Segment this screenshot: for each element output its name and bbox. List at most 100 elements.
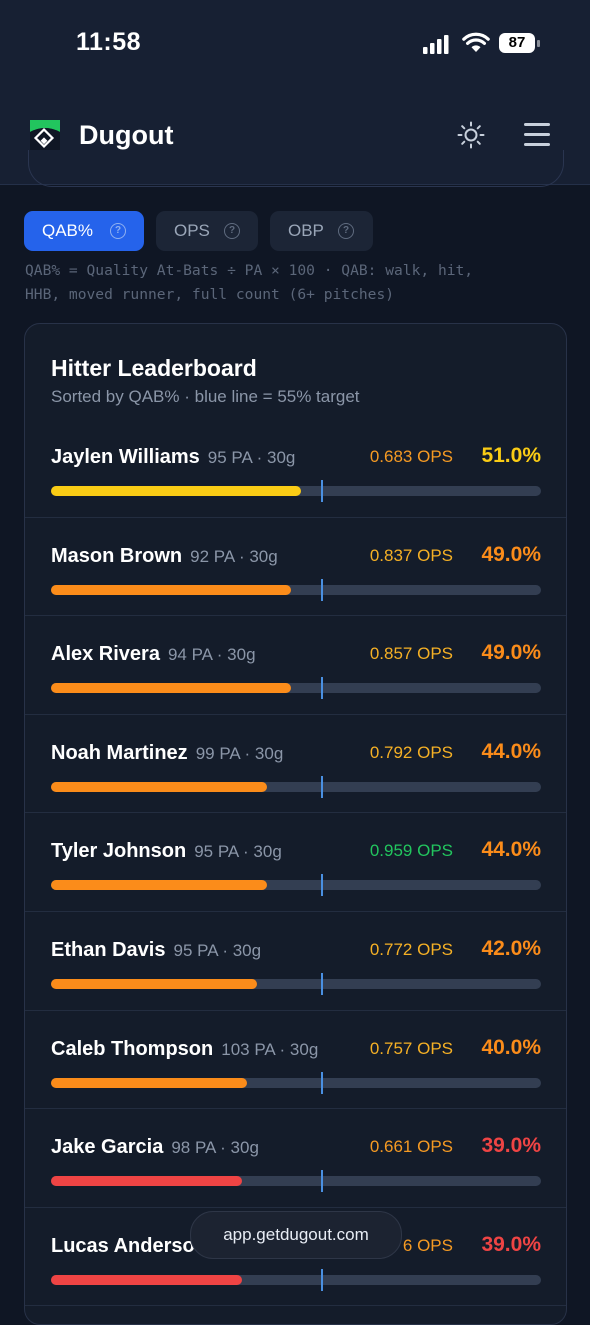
- leaderboard-list: Jaylen Williams 95 PA · 30g 0.683 OPS 51.0%…: [25, 419, 566, 1307]
- help-icon[interactable]: ?: [338, 223, 354, 239]
- player-meta: 95 PA · 30g: [173, 940, 262, 960]
- player-qab-pct: 49.0%: [481, 542, 541, 566]
- leaderboard-row[interactable]: Caleb Thompson 103 PA · 30g 0.757 OPS 40.0%: [25, 1011, 566, 1110]
- target-line-marker: [320, 775, 323, 798]
- player-ops: 6 OPS: [402, 1235, 453, 1255]
- collapsed-panel-edge: [28, 150, 564, 187]
- url-bar[interactable]: app.getdugout.com: [190, 1211, 402, 1259]
- player-meta: 92 PA · 30g: [190, 546, 278, 566]
- player-ops: 0.837 OPS: [369, 545, 453, 565]
- player-meta: 94 PA · 30g: [167, 645, 256, 665]
- player-name: Ethan Davis 95 PA · 30g: [51, 939, 261, 962]
- leaderboard-row[interactable]: Noah Martinez 99 PA · 30g 0.792 OPS 44.0%: [25, 715, 566, 814]
- target-line-marker: [320, 1170, 323, 1193]
- qab-progress-fill: [51, 880, 267, 891]
- player-name: Jake Garcia 98 PA · 30g: [51, 1136, 259, 1159]
- leaderboard-row[interactable]: Jake Garcia 98 PA · 30g 0.661 OPS 39.0%: [25, 1109, 566, 1208]
- player-ops: 0.792 OPS: [369, 742, 453, 762]
- help-icon[interactable]: ?: [110, 223, 126, 239]
- qab-progress-track: [51, 1176, 541, 1187]
- leaderboard-row[interactable]: Alex Rivera 94 PA · 30g 0.857 OPS 49.0%: [25, 616, 566, 715]
- qab-progress-fill: [51, 781, 267, 792]
- qab-progress-fill: [51, 683, 292, 694]
- leaderboard-row[interactable]: Jaylen Williams 95 PA · 30g 0.683 OPS 51.0%: [25, 419, 566, 518]
- player-name-text: Jake Garcia: [51, 1136, 164, 1159]
- qab-progress-track: [51, 584, 541, 595]
- player-qab-pct: 39.0%: [481, 1232, 541, 1256]
- target-line-marker: [320, 874, 323, 897]
- app-brand: Dugout: [79, 120, 174, 150]
- leaderboard-row[interactable]: Tyler Johnson 95 PA · 30g 0.959 OPS 44.0%: [25, 813, 566, 912]
- player-meta: 95 PA · 30g: [207, 448, 296, 467]
- leaderboard-title: Hitter Leaderboard: [51, 355, 257, 381]
- metric-description: QAB% = Quality At-Bats ÷ PA × 100 · QAB:…: [25, 262, 474, 303]
- player-ops: 0.661 OPS: [369, 1137, 453, 1157]
- tab-qab[interactable]: QAB% ?: [24, 211, 144, 251]
- qab-progress-fill: [51, 486, 301, 496]
- player-name-text: Lucas Anderso: [51, 1234, 195, 1257]
- dugout-logo-icon: [30, 120, 60, 150]
- player-name: Noah Martinez 99 PA · 30g: [51, 742, 283, 765]
- player-name: Tyler Johnson 95 PA · 30g: [51, 840, 282, 863]
- target-line-marker: [320, 480, 323, 502]
- player-ops: 0.683 OPS: [369, 447, 453, 466]
- tab-label: OBP: [288, 221, 324, 240]
- player-qab-pct: 49.0%: [481, 641, 541, 665]
- player-qab-pct: 44.0%: [481, 739, 541, 763]
- player-name-text: Tyler Johnson: [51, 840, 187, 863]
- cellular-signal-icon: [423, 35, 449, 54]
- status-time: 11:58: [76, 28, 142, 56]
- player-name-text: Caleb Thompson: [51, 1037, 214, 1060]
- tab-label: OPS: [174, 221, 210, 240]
- hitter-leaderboard-card: Hitter Leaderboard Sorted by QAB% · blue…: [24, 323, 567, 1325]
- player-name: Jaylen Williams 95 PA · 30g: [51, 446, 295, 469]
- target-line-marker: [320, 578, 323, 601]
- player-qab-pct: 51.0%: [481, 444, 541, 467]
- hamburger-menu-icon[interactable]: [524, 123, 550, 147]
- leaderboard-row[interactable]: Ethan Davis 95 PA · 30g 0.772 OPS 42.0%: [25, 912, 566, 1011]
- qab-progress-fill: [51, 1176, 243, 1187]
- help-icon[interactable]: ?: [224, 223, 240, 239]
- player-name-text: Ethan Davis: [51, 938, 166, 961]
- player-meta: 98 PA · 30g: [171, 1138, 259, 1158]
- qab-progress-fill: [51, 584, 292, 595]
- target-line-marker: [320, 972, 323, 995]
- player-name: Alex Rivera 94 PA · 30g: [51, 643, 256, 666]
- qab-progress-track: [51, 781, 541, 792]
- player-meta: 95 PA · 30g: [194, 842, 282, 862]
- player-ops: 0.772 OPS: [369, 939, 453, 959]
- player-name-text: Jaylen Williams: [51, 446, 200, 468]
- player-name: Caleb Thompson 103 PA · 30g: [51, 1038, 318, 1061]
- player-ops: 0.757 OPS: [369, 1038, 453, 1058]
- status-bar: 11:58 87: [0, 0, 590, 92]
- theme-toggle-sun-icon[interactable]: [457, 121, 485, 149]
- player-qab-pct: 39.0%: [481, 1134, 541, 1158]
- tab-obp[interactable]: OBP ?: [270, 211, 373, 251]
- player-name-text: Noah Martinez: [51, 741, 188, 764]
- player-qab-pct: 42.0%: [481, 936, 541, 960]
- qab-progress-track: [51, 683, 541, 694]
- player-name: Lucas Anderso: [51, 1235, 203, 1258]
- tab-ops[interactable]: OPS ?: [156, 211, 258, 251]
- target-line-marker: [320, 677, 323, 700]
- player-name: Mason Brown 92 PA · 30g: [51, 545, 278, 568]
- player-name-text: Alex Rivera: [51, 643, 160, 666]
- target-line-marker: [320, 1071, 323, 1094]
- qab-progress-track: [51, 486, 541, 496]
- battery-icon: 87: [499, 33, 541, 55]
- qab-progress-fill: [51, 978, 257, 989]
- qab-progress-track: [51, 978, 541, 989]
- player-qab-pct: 40.0%: [481, 1035, 541, 1059]
- tab-label: QAB%: [42, 221, 94, 240]
- player-ops: 0.959 OPS: [369, 841, 453, 861]
- player-meta: 103 PA · 30g: [221, 1039, 319, 1059]
- player-name-text: Mason Brown: [51, 544, 183, 567]
- qab-progress-fill: [51, 1077, 247, 1088]
- leaderboard-row[interactable]: Mason Brown 92 PA · 30g 0.837 OPS 49.0%: [25, 518, 566, 617]
- wifi-icon: [462, 32, 490, 52]
- qab-progress-track: [51, 1077, 541, 1088]
- player-qab-pct: 44.0%: [481, 838, 541, 862]
- qab-progress-track: [51, 880, 541, 891]
- leaderboard-subtitle: Sorted by QAB% · blue line = 55% target: [51, 387, 360, 406]
- battery-level: 87: [499, 33, 535, 53]
